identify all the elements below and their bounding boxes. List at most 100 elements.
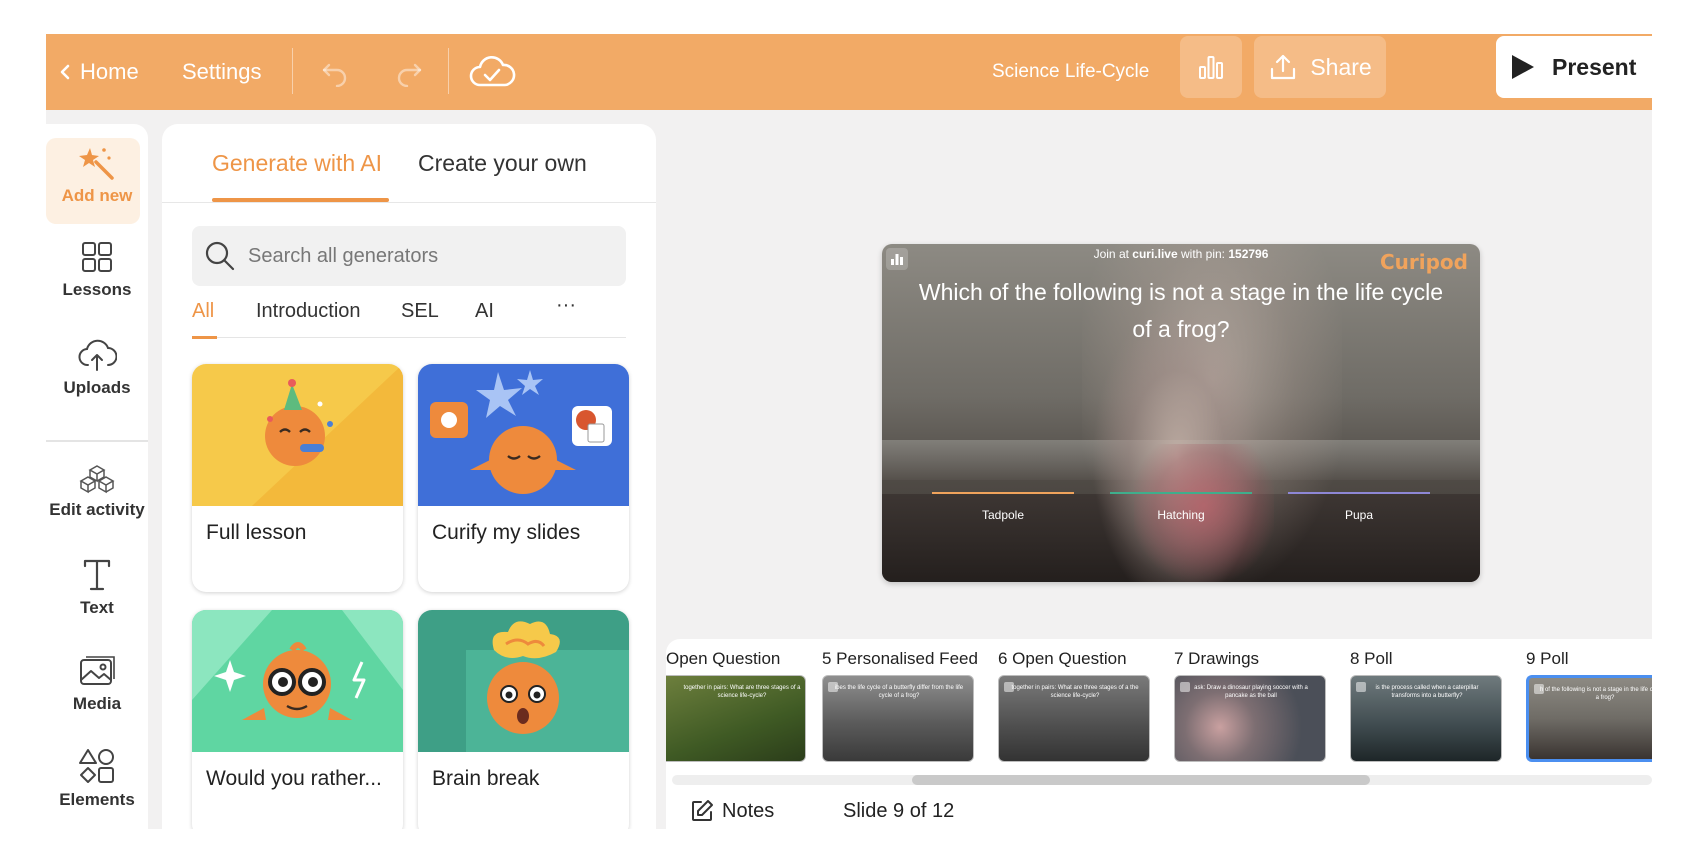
thumb-text: ibes the life cycle of a butterfly diffe… (834, 685, 964, 699)
tab-divider (162, 202, 656, 203)
slide-counter: Slide 9 of 12 (843, 799, 955, 822)
option-line (932, 492, 1074, 494)
rail-item-uploads[interactable]: Uploads (46, 338, 148, 398)
thumb-label: 7 Drawings (1174, 649, 1260, 668)
slide-canvas[interactable]: Join at curi.live with pin: 152796 Curip… (882, 244, 1480, 582)
slide-thumbnail[interactable]: together in pairs: What are three stages… (666, 675, 806, 762)
text-icon (83, 559, 111, 591)
rail-label: Edit activity (49, 500, 145, 519)
glasses-character-illustration (192, 610, 403, 752)
poll-option[interactable]: Tadpole (932, 492, 1074, 522)
chevron-left-icon (60, 64, 70, 80)
join-mid: with pin: (1177, 247, 1229, 261)
tab-create-your-own[interactable]: Create your own (418, 150, 587, 177)
image-icon (80, 656, 115, 685)
join-prefix: Join at (1093, 247, 1133, 261)
option-label: Hatching (1157, 508, 1205, 522)
settings-button[interactable]: Settings (182, 34, 262, 110)
slide-question[interactable]: Which of the following is not a stage in… (912, 274, 1450, 348)
rail-label: Add new (61, 186, 133, 205)
present-button[interactable]: Present (1496, 36, 1652, 98)
slide-thumbnail[interactable]: is the process called when a caterpillar… (1350, 675, 1502, 762)
rail-item-elements[interactable]: Elements (46, 748, 148, 810)
generator-card-full-lesson[interactable]: Full lesson (192, 364, 403, 592)
thumb-label: 5 Personalised Feed (822, 649, 978, 668)
card-illustration (418, 364, 629, 506)
thumb-text: is the process called when a caterpillar… (1375, 685, 1479, 699)
home-button[interactable]: Home (58, 34, 139, 110)
grid-icon (82, 242, 112, 272)
cloud-check-icon (469, 55, 516, 87)
curipod-logo: Curipod (1379, 250, 1468, 274)
share-button[interactable]: Share (1254, 36, 1386, 98)
thumb-text: together in pairs: What are three stages… (683, 685, 801, 699)
redo-button[interactable] (394, 34, 424, 110)
join-site: curi.live (1132, 247, 1178, 261)
present-label: Present (1552, 53, 1637, 80)
filter-ai[interactable]: AI (475, 300, 494, 323)
rail-label: Lessons (62, 280, 132, 299)
generator-card-brain-break[interactable]: Brain break (418, 610, 629, 829)
notes-button[interactable]: Notes (690, 793, 774, 829)
filmstrip-scrollbar-thumb[interactable] (912, 775, 1370, 785)
rail-divider (46, 440, 148, 442)
party-character-illustration (192, 364, 403, 506)
toolbar-divider (448, 48, 449, 94)
filter-sel[interactable]: SEL (401, 300, 439, 323)
lesson-title[interactable]: Science Life-Cycle (992, 34, 1149, 110)
poll-option[interactable]: Pupa (1288, 492, 1430, 522)
play-icon (1512, 55, 1534, 79)
rail-item-lessons[interactable]: Lessons (46, 240, 148, 300)
search-input[interactable] (248, 226, 608, 286)
rail-label: Media (72, 694, 122, 713)
thumb-label: 9 Poll (1526, 649, 1569, 668)
rail-item-add-new[interactable]: Add new (46, 146, 148, 206)
shapes-icon (79, 749, 114, 783)
card-title: Curify my slides (432, 521, 581, 544)
share-label: Share (1310, 53, 1372, 80)
thumb-label: 8 Poll (1350, 649, 1393, 668)
results-button[interactable] (1180, 36, 1242, 98)
generator-panel: Generate with AI Create your own All Int… (162, 124, 656, 829)
top-bar: Home Settings Science Life-Cycle Share P… (46, 34, 1652, 110)
filter-introduction[interactable]: Introduction (256, 300, 361, 323)
rail-item-text[interactable]: Text (46, 558, 148, 618)
poll-option[interactable]: Hatching (1110, 492, 1252, 522)
share-icon (1271, 54, 1296, 80)
slide-thumbnail[interactable]: ibes the life cycle of a butterfly diffe… (822, 675, 974, 762)
option-line (1288, 492, 1430, 494)
card-title: Brain break (432, 767, 540, 790)
notes-label: Notes (722, 799, 775, 822)
filter-more-button[interactable]: ··· (556, 294, 576, 317)
option-label: Tadpole (981, 508, 1025, 522)
tab-generate-with-ai[interactable]: Generate with AI (212, 150, 382, 177)
app-window: Home Settings Science Life-Cycle Share P… (46, 34, 1652, 829)
undo-button[interactable] (320, 34, 350, 110)
thumb-text: together in pairs: What are three stages… (1011, 685, 1139, 699)
search-icon (205, 241, 235, 271)
cloud-upload-icon (78, 339, 117, 371)
slides-character-illustration (418, 364, 629, 506)
thumb-text: h of the following is not a stage in the… (1539, 687, 1652, 701)
undo-icon (322, 63, 347, 87)
slide-thumbnail[interactable]: ask: Draw a dinosaur playing soccer with… (1174, 675, 1326, 762)
filter-all[interactable]: All (192, 300, 214, 323)
bar-chart-icon (1199, 56, 1223, 79)
generator-card-curify-my-slides[interactable]: Curify my slides (418, 364, 629, 592)
magic-wand-icon (79, 148, 114, 180)
cloud-saved-button[interactable] (468, 34, 516, 110)
rail-item-media[interactable]: Media (46, 654, 148, 714)
slide-filmstrip: Open Question together in pairs: What ar… (666, 639, 1652, 829)
filter-divider (192, 337, 626, 338)
thumb-label: 6 Open Question (998, 649, 1127, 668)
slide-thumbnail-selected[interactable]: h of the following is not a stage in the… (1526, 675, 1652, 762)
lesson-title-text: Science Life-Cycle (992, 61, 1150, 82)
tool-rail: Add new Lessons Uploads Edit activity Te… (46, 124, 148, 829)
card-title: Full lesson (206, 521, 307, 544)
slide-thumbnail[interactable]: together in pairs: What are three stages… (998, 675, 1150, 762)
card-illustration (192, 364, 403, 506)
rail-item-edit-activity[interactable]: Edit activity (46, 464, 148, 520)
card-title: Would you rather... (206, 767, 382, 790)
option-line (1110, 492, 1252, 494)
generator-card-would-you-rather[interactable]: Would you rather... (192, 610, 403, 829)
